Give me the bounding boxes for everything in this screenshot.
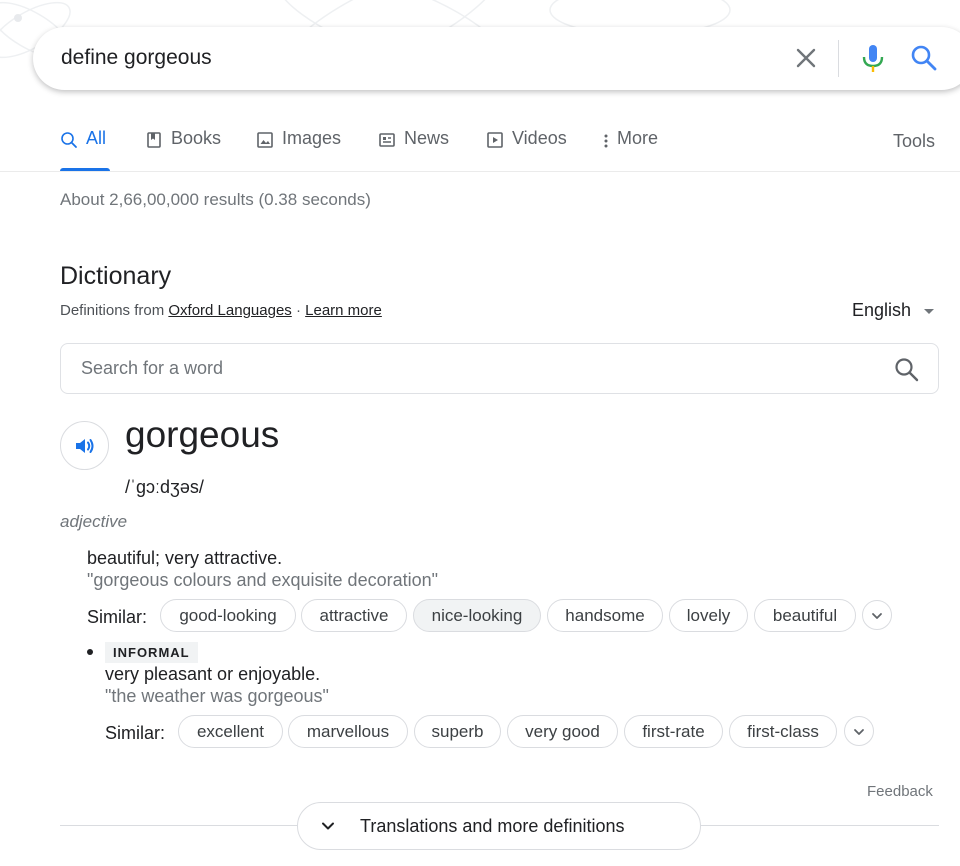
example-2: "the weather was gorgeous" — [105, 686, 329, 706]
search-icon[interactable] — [893, 356, 921, 384]
similar-label: Similar: — [105, 723, 166, 743]
language-label: English — [852, 300, 912, 320]
tab-label: Videos — [512, 128, 567, 148]
similar-chip[interactable]: beautiful — [754, 599, 856, 632]
part-of-speech: adjective — [60, 512, 128, 531]
chevron-down-icon — [854, 729, 864, 735]
similar-chip[interactable]: attractive — [301, 599, 407, 632]
result-stats: About 2,66,00,000 results (0.38 seconds) — [60, 190, 371, 209]
tab-videos[interactable]: Videos — [486, 128, 567, 172]
tab-label: News — [404, 128, 450, 148]
search-box[interactable]: define gorgeous — [33, 27, 960, 90]
tab-news[interactable]: News — [378, 128, 449, 172]
similar-chip[interactable]: lovely — [669, 599, 748, 632]
dictionary-title: Dictionary — [60, 262, 172, 290]
tab-all[interactable]: All — [60, 128, 106, 172]
similar-chip[interactable]: superb — [414, 715, 501, 748]
headword: gorgeous — [125, 414, 280, 455]
tab-label: Images — [282, 128, 342, 148]
search-icon — [61, 132, 77, 148]
word-search-input[interactable]: Search for a word — [60, 343, 939, 394]
more-definitions-button[interactable]: Translations and more definitions — [297, 802, 701, 850]
definition-1: beautiful; very attractive. — [87, 548, 283, 568]
oxford-languages-link[interactable]: Oxford Languages — [168, 302, 291, 319]
example-1: "gorgeous colours and exquisite decorati… — [87, 570, 438, 590]
register-label: INFORMAL — [105, 642, 198, 663]
more-vert-icon — [604, 134, 608, 148]
search-tabs: All Books Images News Videos More — [60, 128, 960, 172]
tools-button[interactable]: Tools — [893, 131, 935, 152]
clear-icon[interactable] — [791, 43, 821, 73]
language-selector[interactable]: English — [852, 300, 935, 321]
tab-label: All — [86, 128, 107, 148]
similar-chip[interactable]: handsome — [547, 599, 663, 632]
similar-chip[interactable]: first-rate — [624, 715, 723, 748]
tabs-divider — [0, 171, 960, 172]
list-bullet — [87, 649, 93, 655]
search-divider — [838, 40, 839, 77]
search-query[interactable]: define gorgeous — [61, 46, 212, 70]
similar-chip[interactable]: first-class — [729, 715, 837, 748]
dictionary-source: Definitions from Oxford Languages · Lear… — [60, 302, 382, 319]
tab-label: Books — [171, 128, 222, 148]
pronunciation-button[interactable] — [60, 421, 109, 470]
phonetic-spelling: /ˈɡɔːdʒəs/ — [125, 477, 204, 497]
book-icon — [147, 132, 161, 148]
source-separator: · — [291, 302, 306, 319]
similar-label: Similar: — [87, 607, 148, 627]
search-icon[interactable] — [909, 43, 939, 73]
expand-similar-button[interactable] — [844, 716, 874, 746]
tab-label: More — [617, 128, 659, 148]
microphone-icon[interactable] — [858, 42, 888, 74]
news-icon — [379, 133, 395, 147]
similar-chip[interactable]: nice-looking — [413, 599, 541, 632]
video-icon — [487, 132, 503, 148]
dropdown-arrow-icon — [924, 309, 935, 314]
feedback-link[interactable]: Feedback — [867, 783, 933, 800]
image-icon — [257, 132, 273, 148]
word-search-placeholder: Search for a word — [81, 358, 224, 378]
tab-books[interactable]: Books — [145, 128, 221, 172]
tab-more[interactable]: More — [601, 128, 658, 172]
similar-chip[interactable]: very good — [507, 715, 618, 748]
chevron-down-icon — [322, 822, 334, 830]
learn-more-link[interactable]: Learn more — [305, 302, 382, 319]
source-prefix: Definitions from — [60, 302, 169, 319]
speaker-icon — [76, 439, 94, 453]
tab-images[interactable]: Images — [256, 128, 341, 172]
definition-2: very pleasant or enjoyable. — [105, 664, 321, 684]
similar-chip[interactable]: good-looking — [160, 599, 296, 632]
similar-chip[interactable]: marvellous — [288, 715, 408, 748]
similar-chip[interactable]: excellent — [178, 715, 283, 748]
chevron-down-icon — [872, 613, 882, 619]
expand-similar-button[interactable] — [862, 600, 892, 630]
more-definitions-label: Translations and more definitions — [360, 815, 625, 836]
